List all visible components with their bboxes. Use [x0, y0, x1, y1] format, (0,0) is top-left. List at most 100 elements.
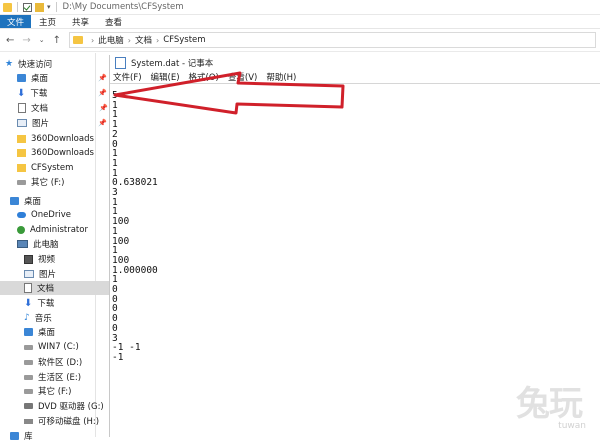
- address-bar: ← → ⌄ ↑ › 此电脑 › 文档 › CFSystem: [0, 29, 600, 52]
- sidebar-item-label: 360Downloads: [31, 134, 94, 144]
- breadcrumb-documents[interactable]: 文档: [135, 34, 152, 46]
- ribbon-tabs: 文件 主页 共享 查看: [0, 15, 600, 29]
- sidebar-item-drive-f[interactable]: 其它 (F:): [0, 175, 112, 189]
- pin-icon[interactable]: 📌: [98, 119, 107, 127]
- desktop-icon: [17, 74, 26, 82]
- music-icon: ♪: [24, 312, 30, 323]
- video-icon: [24, 254, 33, 264]
- pin-icon[interactable]: 📌: [98, 74, 107, 82]
- folder-icon: [17, 135, 26, 143]
- sidebar-item-music[interactable]: ♪ 音乐: [0, 311, 119, 325]
- chevron-right-icon[interactable]: ›: [91, 36, 94, 45]
- sidebar-item-label: WIN7 (C:): [38, 342, 79, 352]
- sidebar-item-drive-e[interactable]: 生活区 (E:): [0, 370, 119, 384]
- customize-toolbar-icon[interactable]: ▾: [47, 3, 51, 11]
- folder-icon: [17, 149, 26, 157]
- tab-home[interactable]: 主页: [31, 15, 64, 28]
- tab-share[interactable]: 共享: [64, 15, 97, 28]
- sidebar-item-library[interactable]: 库: [0, 429, 105, 443]
- picture-icon: [24, 270, 34, 278]
- breadcrumb-this-pc[interactable]: 此电脑: [98, 34, 124, 46]
- forward-arrow-icon[interactable]: →: [22, 35, 30, 46]
- sidebar-item-label: 视频: [38, 255, 56, 265]
- pin-icon[interactable]: 📌: [99, 104, 108, 112]
- sidebar-item-usb-h[interactable]: 可移动磁盘 (H:): [0, 414, 119, 428]
- sidebar-item-label: 生活区 (E:): [38, 373, 82, 383]
- sidebar-item-label: 其它 (F:): [31, 178, 65, 188]
- drive-icon: [24, 359, 33, 365]
- pin-icon[interactable]: 📌: [98, 89, 107, 97]
- sidebar-item-label: 快速访问: [18, 60, 53, 70]
- menu-file[interactable]: 文件(F): [113, 71, 142, 83]
- sidebar-item-this-pc[interactable]: 此电脑: [0, 237, 112, 251]
- sidebar-item-label: 下载: [37, 299, 55, 309]
- sidebar-item-downloads[interactable]: ⬇ 下载 📌: [0, 86, 112, 100]
- title-bar: ▾ D:\My Documents\CFSystem: [0, 0, 600, 15]
- sidebar-item-documents[interactable]: 文档 📌: [0, 101, 113, 115]
- sidebar-item-label: 此电脑: [33, 240, 59, 250]
- star-icon: ★: [5, 58, 14, 69]
- sidebar-item-desktop-root[interactable]: 桌面: [0, 194, 105, 208]
- menu-view[interactable]: 查看(V): [228, 71, 257, 83]
- sidebar-item-label: 图片: [32, 119, 50, 129]
- folder-icon[interactable]: [3, 2, 12, 12]
- document-icon: [18, 103, 26, 113]
- notepad-title: System.dat - 记事本: [131, 59, 214, 69]
- sidebar-item-label: CFSystem: [31, 163, 74, 173]
- sidebar-item-drive-f-pc[interactable]: 其它 (F:): [0, 384, 119, 398]
- sidebar-item-videos[interactable]: 视频: [0, 252, 119, 266]
- desktop-icon: [10, 197, 19, 205]
- sidebar-item-drive-d[interactable]: 软件区 (D:): [0, 355, 119, 369]
- drive-icon: [17, 179, 26, 185]
- sidebar-item-label: Administrator: [30, 225, 88, 235]
- sidebar-item-downloads-pc[interactable]: ⬇ 下载: [0, 296, 119, 310]
- sidebar-item-label: 可移动磁盘 (H:): [38, 417, 100, 427]
- breadcrumb[interactable]: › 此电脑 › 文档 › CFSystem: [69, 32, 596, 48]
- drive-icon: [24, 374, 33, 380]
- sidebar-item-dvd-g[interactable]: DVD 驱动器 (G:): [0, 399, 119, 413]
- menu-edit[interactable]: 编辑(E): [151, 71, 180, 83]
- sidebar-item-desktop[interactable]: 桌面 📌: [0, 71, 112, 85]
- properties-icon[interactable]: [23, 2, 32, 12]
- tab-file[interactable]: 文件: [0, 15, 32, 28]
- tab-view[interactable]: 查看: [97, 15, 130, 28]
- sidebar-item-label: 下载: [30, 89, 48, 99]
- sidebar-item-label: 桌面: [38, 328, 56, 338]
- sidebar-item-quick-access[interactable]: ★ 快速访问: [0, 57, 100, 71]
- sidebar-item-label: DVD 驱动器 (G:): [38, 402, 104, 412]
- sidebar-item-administrator[interactable]: Administrator: [0, 223, 112, 237]
- cloud-icon: [17, 212, 26, 218]
- sidebar-item-onedrive[interactable]: OneDrive: [0, 208, 112, 222]
- menu-help[interactable]: 帮助(H): [266, 71, 296, 83]
- sidebar-item-label: 文档: [31, 104, 49, 114]
- breadcrumb-cfsystem[interactable]: CFSystem: [163, 35, 205, 45]
- drive-icon: [24, 388, 33, 394]
- computer-icon: [17, 240, 28, 248]
- sidebar-item-360downloads-2[interactable]: 360Downloads: [0, 146, 112, 160]
- download-icon: ⬇: [17, 87, 26, 99]
- menu-format[interactable]: 格式(O): [189, 71, 219, 83]
- chevron-right-icon[interactable]: ›: [128, 36, 131, 45]
- library-icon: [10, 432, 19, 440]
- back-arrow-icon[interactable]: ←: [6, 35, 14, 46]
- sidebar-item-label: OneDrive: [31, 210, 71, 220]
- recent-locations-icon[interactable]: ⌄: [39, 36, 45, 44]
- sidebar-item-cfsystem[interactable]: CFSystem: [0, 161, 112, 175]
- desktop-icon: [24, 328, 33, 336]
- notepad-menu-bar: 文件(F) 编辑(E) 格式(O) 查看(V) 帮助(H): [110, 71, 600, 84]
- sidebar-item-pictures[interactable]: 图片 📌: [0, 116, 112, 130]
- watermark-logo: 兔玩: [516, 384, 583, 424]
- sidebar-item-label: 软件区 (D:): [38, 358, 83, 368]
- new-folder-icon[interactable]: [35, 2, 44, 12]
- sidebar-item-documents-pc[interactable]: 文档: [0, 281, 119, 295]
- download-icon: ⬇: [24, 297, 33, 309]
- sidebar-item-360downloads[interactable]: 360Downloads: [0, 132, 112, 146]
- sidebar-item-pictures-pc[interactable]: 图片: [0, 267, 119, 281]
- separator: [17, 2, 18, 12]
- sidebar-item-drive-c[interactable]: WIN7 (C:): [0, 340, 119, 354]
- chevron-right-icon[interactable]: ›: [156, 36, 159, 45]
- up-arrow-icon[interactable]: ↑: [53, 35, 61, 46]
- sidebar-item-label: 文档: [37, 284, 55, 294]
- sidebar-item-label: 图片: [39, 270, 57, 280]
- sidebar-item-desktop-pc[interactable]: 桌面: [0, 325, 119, 339]
